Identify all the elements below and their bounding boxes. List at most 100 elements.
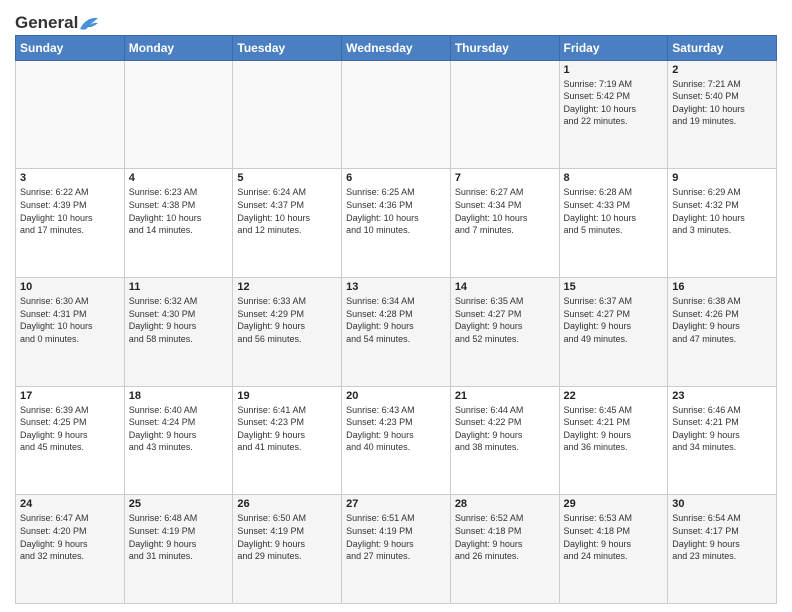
day-info: Sunrise: 6:39 AMSunset: 4:25 PMDaylight:…	[20, 404, 120, 454]
day-number: 24	[20, 498, 120, 510]
day-number: 27	[346, 498, 446, 510]
calendar-cell: 19Sunrise: 6:41 AMSunset: 4:23 PMDayligh…	[233, 386, 342, 495]
calendar-cell: 2 Sunrise: 7:21 AMSunset: 5:40 PMDaylight…	[668, 60, 777, 169]
day-info: Sunrise: 6:40 AMSunset: 4:24 PMDaylight:…	[129, 404, 229, 454]
day-number: 23	[672, 390, 772, 402]
calendar-cell: 22Sunrise: 6:45 AMSunset: 4:21 PMDayligh…	[559, 386, 668, 495]
calendar-cell: 28 Sunrise: 6:52 AMSunset: 4:18 PMDayligh…	[450, 495, 559, 604]
day-info: Sunrise: 6:24 AMSunset: 4:37 PMDaylight:…	[237, 186, 337, 236]
calendar-cell: 24 Sunrise: 6:47 AMSunset: 4:20 PMDayligh…	[16, 495, 125, 604]
day-info: Sunrise: 6:28 AMSunset: 4:33 PMDaylight:…	[564, 186, 664, 236]
day-info: Sunrise: 6:23 AMSunset: 4:38 PMDaylight:…	[129, 186, 229, 236]
calendar-cell: 4 Sunrise: 6:23 AMSunset: 4:38 PMDaylight…	[124, 169, 233, 278]
calendar-cell: 7Sunrise: 6:27 AMSunset: 4:34 PMDaylight…	[450, 169, 559, 278]
calendar-cell: 18 Sunrise: 6:40 AMSunset: 4:24 PMDayligh…	[124, 386, 233, 495]
day-number: 1	[564, 64, 664, 76]
day-number: 8	[564, 172, 664, 184]
day-number: 3	[20, 172, 120, 184]
calendar-cell	[450, 60, 559, 169]
day-number: 5	[237, 172, 337, 184]
day-header-friday: Friday	[559, 35, 668, 60]
day-number: 12	[237, 281, 337, 293]
day-info: Sunrise: 7:19 AMSunset: 5:42 PMDaylight:…	[564, 78, 664, 128]
calendar-cell: 3 Sunrise: 6:22 AMSunset: 4:39 PMDaylight…	[16, 169, 125, 278]
day-info: Sunrise: 7:21 AMSunset: 5:40 PMDaylight:…	[672, 78, 772, 128]
day-number: 17	[20, 390, 120, 402]
day-info: Sunrise: 6:51 AMSunset: 4:19 PMDaylight:…	[346, 512, 446, 562]
calendar-cell: 23 Sunrise: 6:46 AMSunset: 4:21 PMDayligh…	[668, 386, 777, 495]
day-info: Sunrise: 6:32 AMSunset: 4:30 PMDaylight:…	[129, 295, 229, 345]
day-info: Sunrise: 6:46 AMSunset: 4:21 PMDaylight:…	[672, 404, 772, 454]
calendar-cell: 21 Sunrise: 6:44 AMSunset: 4:22 PMDayligh…	[450, 386, 559, 495]
day-number: 20	[346, 390, 446, 402]
day-info: Sunrise: 6:30 AMSunset: 4:31 PMDaylight:…	[20, 295, 120, 345]
day-info: Sunrise: 6:54 AMSunset: 4:17 PMDaylight:…	[672, 512, 772, 562]
day-info: Sunrise: 6:25 AMSunset: 4:36 PMDaylight:…	[346, 186, 446, 236]
day-number: 6	[346, 172, 446, 184]
calendar-cell: 12Sunrise: 6:33 AMSunset: 4:29 PMDayligh…	[233, 278, 342, 387]
calendar-cell: 26 Sunrise: 6:50 AMSunset: 4:19 PMDayligh…	[233, 495, 342, 604]
calendar-cell: 9 Sunrise: 6:29 AMSunset: 4:32 PMDaylight…	[668, 169, 777, 278]
logo-line1: General	[15, 14, 100, 33]
day-number: 13	[346, 281, 446, 293]
calendar-cell	[233, 60, 342, 169]
day-number: 7	[455, 172, 555, 184]
logo: General	[15, 14, 100, 31]
day-info: Sunrise: 6:43 AMSunset: 4:23 PMDaylight:…	[346, 404, 446, 454]
day-number: 4	[129, 172, 229, 184]
logo-bird-icon	[78, 15, 100, 33]
calendar-cell: 14 Sunrise: 6:35 AMSunset: 4:27 PMDayligh…	[450, 278, 559, 387]
calendar-cell: 10Sunrise: 6:30 AMSunset: 4:31 PMDayligh…	[16, 278, 125, 387]
calendar-cell: 15 Sunrise: 6:37 AMSunset: 4:27 PMDayligh…	[559, 278, 668, 387]
day-info: Sunrise: 6:29 AMSunset: 4:32 PMDaylight:…	[672, 186, 772, 236]
day-number: 11	[129, 281, 229, 293]
day-info: Sunrise: 6:34 AMSunset: 4:28 PMDaylight:…	[346, 295, 446, 345]
day-number: 14	[455, 281, 555, 293]
calendar-cell: 6 Sunrise: 6:25 AMSunset: 4:36 PMDaylight…	[342, 169, 451, 278]
day-header-wednesday: Wednesday	[342, 35, 451, 60]
calendar-cell: 29 Sunrise: 6:53 AMSunset: 4:18 PMDayligh…	[559, 495, 668, 604]
day-info: Sunrise: 6:53 AMSunset: 4:18 PMDaylight:…	[564, 512, 664, 562]
day-info: Sunrise: 6:35 AMSunset: 4:27 PMDaylight:…	[455, 295, 555, 345]
day-info: Sunrise: 6:50 AMSunset: 4:19 PMDaylight:…	[237, 512, 337, 562]
calendar-cell: 11 Sunrise: 6:32 AMSunset: 4:30 PMDayligh…	[124, 278, 233, 387]
calendar-cell	[124, 60, 233, 169]
day-info: Sunrise: 6:22 AMSunset: 4:39 PMDaylight:…	[20, 186, 120, 236]
day-info: Sunrise: 6:44 AMSunset: 4:22 PMDaylight:…	[455, 404, 555, 454]
day-info: Sunrise: 6:47 AMSunset: 4:20 PMDaylight:…	[20, 512, 120, 562]
calendar-cell: 20 Sunrise: 6:43 AMSunset: 4:23 PMDayligh…	[342, 386, 451, 495]
calendar-cell: 5 Sunrise: 6:24 AMSunset: 4:37 PMDaylight…	[233, 169, 342, 278]
day-number: 25	[129, 498, 229, 510]
calendar-cell: 25 Sunrise: 6:48 AMSunset: 4:19 PMDayligh…	[124, 495, 233, 604]
calendar-cell	[342, 60, 451, 169]
day-info: Sunrise: 6:52 AMSunset: 4:18 PMDaylight:…	[455, 512, 555, 562]
day-info: Sunrise: 6:45 AMSunset: 4:21 PMDaylight:…	[564, 404, 664, 454]
calendar-cell: 27 Sunrise: 6:51 AMSunset: 4:19 PMDayligh…	[342, 495, 451, 604]
day-number: 16	[672, 281, 772, 293]
day-number: 9	[672, 172, 772, 184]
day-info: Sunrise: 6:37 AMSunset: 4:27 PMDaylight:…	[564, 295, 664, 345]
day-info: Sunrise: 6:48 AMSunset: 4:19 PMDaylight:…	[129, 512, 229, 562]
calendar-cell	[16, 60, 125, 169]
day-header-tuesday: Tuesday	[233, 35, 342, 60]
day-number: 18	[129, 390, 229, 402]
page: General SundayMondayTuesdayWednesdayThur…	[0, 0, 792, 612]
day-header-monday: Monday	[124, 35, 233, 60]
calendar-cell: 1 Sunrise: 7:19 AMSunset: 5:42 PMDaylight…	[559, 60, 668, 169]
calendar-table: SundayMondayTuesdayWednesdayThursdayFrid…	[15, 35, 777, 604]
day-number: 2	[672, 64, 772, 76]
day-header-sunday: Sunday	[16, 35, 125, 60]
day-number: 29	[564, 498, 664, 510]
day-info: Sunrise: 6:41 AMSunset: 4:23 PMDaylight:…	[237, 404, 337, 454]
day-number: 26	[237, 498, 337, 510]
logo-content: General	[15, 14, 100, 31]
day-number: 28	[455, 498, 555, 510]
day-number: 21	[455, 390, 555, 402]
day-header-saturday: Saturday	[668, 35, 777, 60]
day-number: 15	[564, 281, 664, 293]
calendar-cell: 16Sunrise: 6:38 AMSunset: 4:26 PMDayligh…	[668, 278, 777, 387]
calendar-cell: 17 Sunrise: 6:39 AMSunset: 4:25 PMDayligh…	[16, 386, 125, 495]
header: General	[15, 10, 777, 31]
calendar-cell: 8 Sunrise: 6:28 AMSunset: 4:33 PMDaylight…	[559, 169, 668, 278]
calendar-cell: 13 Sunrise: 6:34 AMSunset: 4:28 PMDayligh…	[342, 278, 451, 387]
